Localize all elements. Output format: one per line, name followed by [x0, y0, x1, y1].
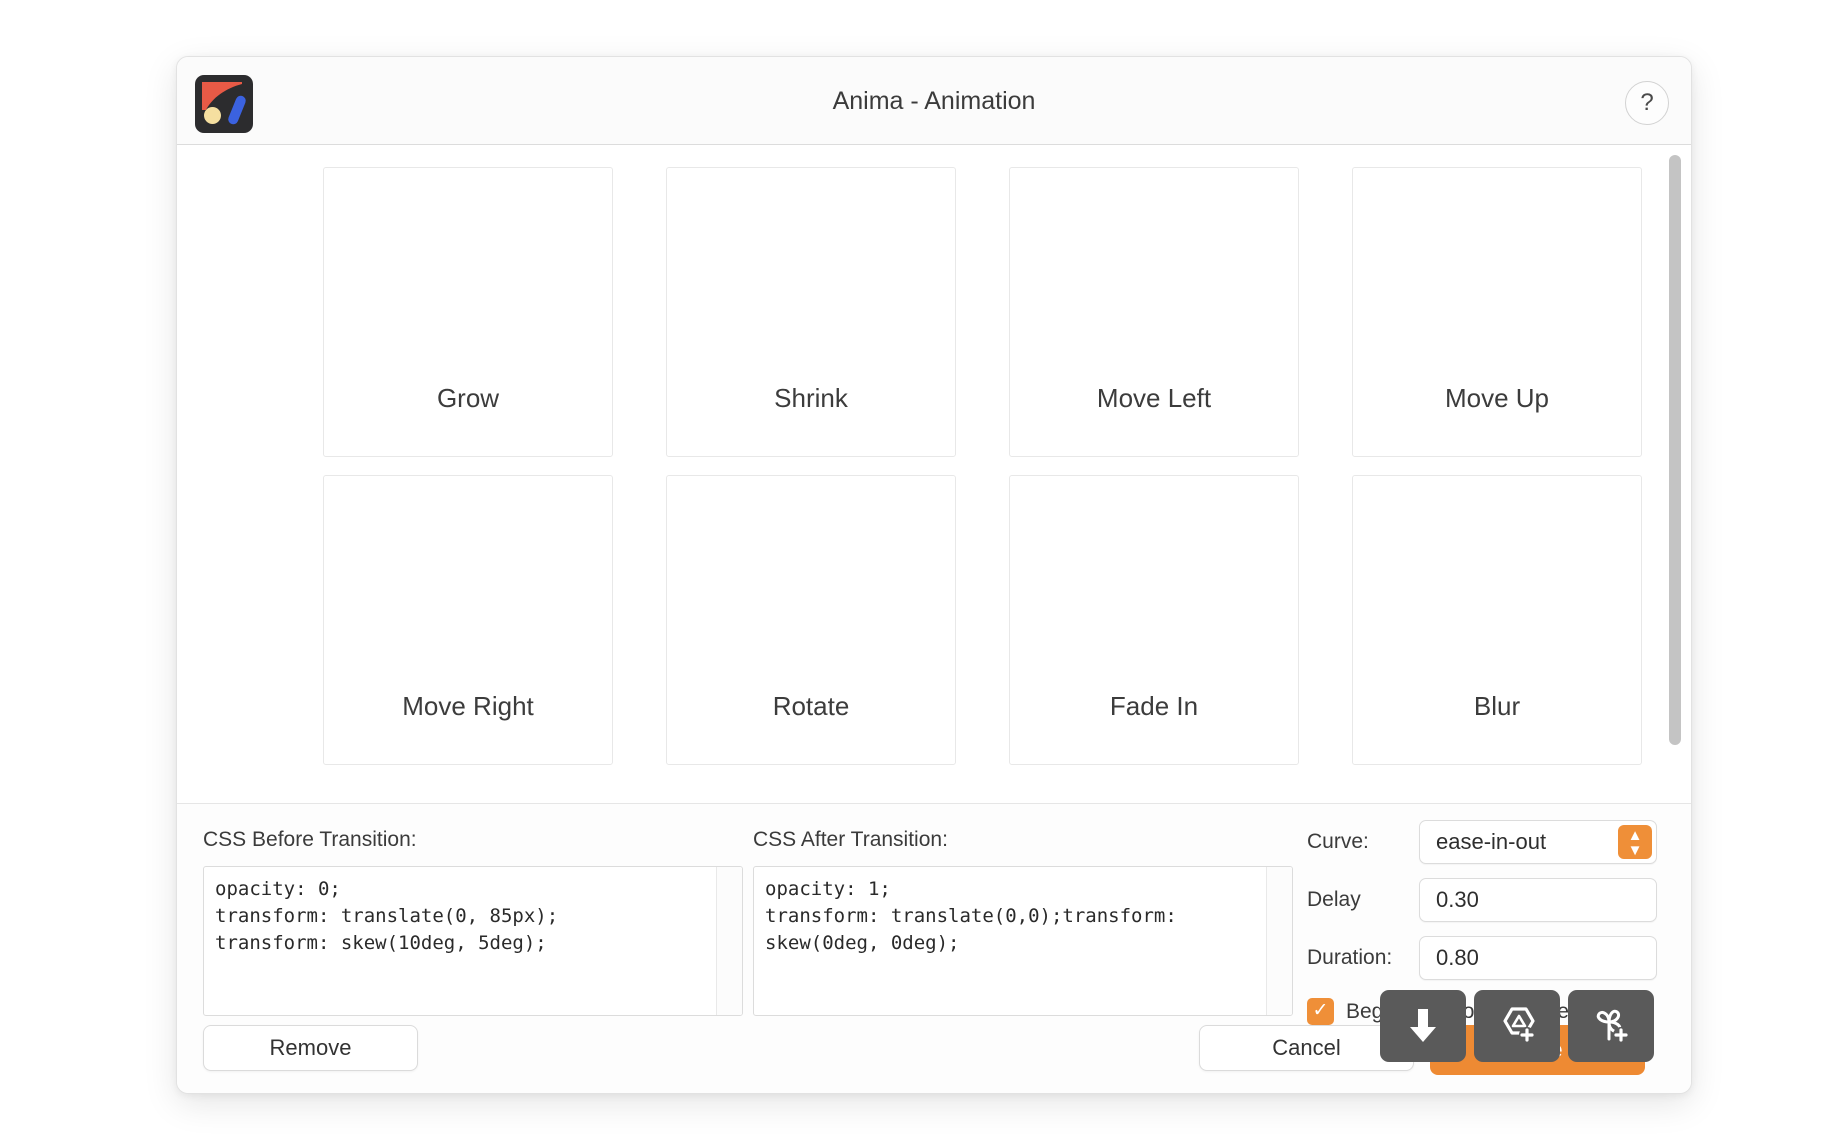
duration-row: Duration: 0.80	[1307, 936, 1657, 980]
curve-value: ease-in-out	[1436, 829, 1547, 854]
chevron-down-glyph: ▼	[1627, 842, 1643, 859]
curve-select[interactable]: ease-in-out ▲ ▼	[1419, 820, 1657, 864]
delay-label: Delay	[1307, 888, 1361, 911]
css-after-value: opacity: 1; transform: translate(0,0);tr…	[765, 878, 1177, 954]
animation-preset-grow[interactable]: Grow	[323, 167, 613, 457]
animation-preset-label: Blur	[1473, 691, 1521, 721]
duration-label: Duration:	[1307, 946, 1393, 969]
animation-grid: Grow Shrink Move Left Move Up Move Right…	[323, 167, 1643, 765]
animation-preset-label: Shrink	[774, 383, 848, 413]
css-after-label: CSS After Transition:	[753, 828, 948, 851]
animation-preset-fade-in[interactable]: Fade In	[1009, 475, 1299, 765]
css-before-textarea[interactable]: opacity: 0; transform: translate(0, 85px…	[203, 866, 743, 1016]
delay-input[interactable]: 0.30	[1419, 878, 1657, 922]
animation-preset-label: Grow	[436, 383, 500, 413]
animation-preset-move-up[interactable]: Move Up	[1352, 167, 1642, 457]
chevron-updown-icon[interactable]: ▲ ▼	[1618, 825, 1652, 859]
css-after-textarea[interactable]: opacity: 1; transform: translate(0,0);tr…	[753, 866, 1293, 1016]
animation-preset-rotate[interactable]: Rotate	[666, 475, 956, 765]
css-after-group: CSS After Transition: opacity: 1; transf…	[753, 828, 1293, 1016]
animation-preset-label: Fade In	[1109, 691, 1199, 721]
animation-grid-scroll-area: Grow Shrink Move Left Move Up Move Right…	[177, 145, 1691, 803]
add-component-icon[interactable]	[1474, 990, 1560, 1062]
help-icon[interactable]: ?	[1625, 81, 1669, 125]
animation-preset-label: Move Up	[1444, 383, 1550, 413]
duration-input[interactable]: 0.80	[1419, 936, 1657, 980]
dialog-titlebar: Anima - Animation ?	[177, 57, 1691, 145]
animation-preset-blur[interactable]: Blur	[1352, 475, 1642, 765]
delay-row: Delay 0.30	[1307, 878, 1657, 922]
remove-button[interactable]: Remove	[203, 1025, 418, 1071]
animation-preset-label: Move Right	[402, 691, 534, 721]
animation-dialog: Anima - Animation ? Grow Shrink Move Lef…	[176, 56, 1692, 1094]
floating-overlay-toolbar	[1380, 990, 1654, 1062]
css-before-label: CSS Before Transition:	[203, 828, 417, 851]
animation-preset-label: Rotate	[772, 691, 850, 721]
chevron-up-glyph: ▲	[1627, 827, 1643, 844]
begin-on-scroll-checkbox[interactable]: ✓	[1307, 998, 1334, 1025]
download-arrow-icon[interactable]	[1380, 990, 1466, 1062]
animation-preset-move-right[interactable]: Move Right	[323, 475, 613, 765]
animation-preset-move-left[interactable]: Move Left	[1009, 167, 1299, 457]
animation-preset-shrink[interactable]: Shrink	[666, 167, 956, 457]
add-plugin-icon[interactable]	[1568, 990, 1654, 1062]
grid-scrollbar-thumb[interactable]	[1669, 155, 1681, 745]
css-before-scrollbar[interactable]	[716, 867, 742, 1015]
curve-row: Curve: ease-in-out ▲ ▼	[1307, 820, 1657, 864]
curve-label: Curve:	[1307, 830, 1369, 853]
css-before-value: opacity: 0; transform: translate(0, 85px…	[215, 878, 559, 954]
window-title: Anima - Animation	[832, 87, 1036, 115]
css-after-scrollbar[interactable]	[1266, 867, 1292, 1015]
css-before-group: CSS Before Transition: opacity: 0; trans…	[203, 828, 743, 1016]
animation-preset-label: Move Left	[1096, 383, 1212, 413]
